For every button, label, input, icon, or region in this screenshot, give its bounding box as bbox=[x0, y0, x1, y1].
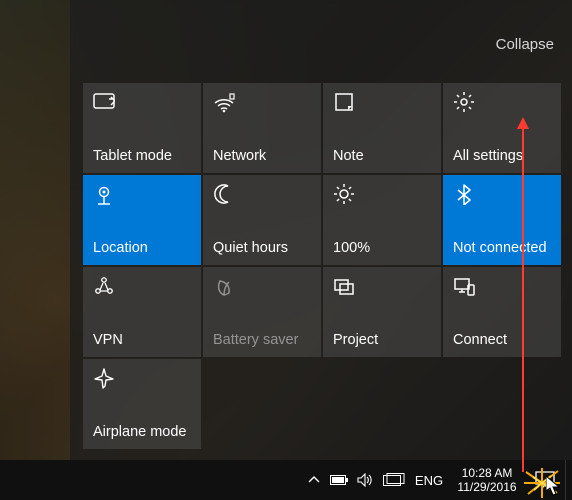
tile-brightness[interactable]: 100% bbox=[323, 175, 441, 265]
tile-label: Network bbox=[213, 148, 266, 164]
quick-actions-grid: Tablet mode Network Note All settings Locati… bbox=[82, 82, 562, 450]
gear-icon bbox=[453, 91, 475, 113]
tile-vpn[interactable]: VPN bbox=[83, 267, 201, 357]
sun-icon bbox=[333, 183, 355, 205]
taskbar: ENG 10:28 AM 11/29/2016 bbox=[0, 460, 572, 500]
connect-icon bbox=[453, 275, 475, 297]
tile-tablet-mode[interactable]: Tablet mode bbox=[83, 83, 201, 173]
vpn-icon bbox=[93, 275, 115, 297]
input-indicator-icon[interactable] bbox=[379, 460, 409, 500]
bluetooth-icon bbox=[453, 183, 475, 205]
clock[interactable]: 10:28 AM 11/29/2016 bbox=[449, 460, 525, 500]
action-center-panel: Collapse Tablet mode Network Note All setti… bbox=[70, 0, 572, 460]
tile-label: 100% bbox=[333, 240, 370, 256]
leaf-icon bbox=[213, 275, 235, 297]
tile-label: Location bbox=[93, 240, 148, 256]
battery-icon[interactable] bbox=[327, 460, 353, 500]
wifi-icon bbox=[213, 91, 235, 113]
action-center-button[interactable] bbox=[525, 460, 565, 500]
location-icon bbox=[93, 183, 115, 205]
tray-overflow-button[interactable] bbox=[301, 460, 327, 500]
tile-label: Note bbox=[333, 148, 364, 164]
tile-note[interactable]: Note bbox=[323, 83, 441, 173]
tile-battery-saver[interactable]: Battery saver bbox=[203, 267, 321, 357]
volume-icon[interactable] bbox=[353, 460, 379, 500]
tile-label: Quiet hours bbox=[213, 240, 288, 256]
tile-label: VPN bbox=[93, 332, 123, 348]
tile-label: Tablet mode bbox=[93, 148, 172, 164]
system-tray: ENG 10:28 AM 11/29/2016 bbox=[301, 460, 572, 500]
tile-network[interactable]: Network bbox=[203, 83, 321, 173]
tile-label: Airplane mode bbox=[93, 424, 187, 440]
clock-date: 11/29/2016 bbox=[457, 480, 516, 494]
note-icon bbox=[333, 91, 355, 113]
project-icon bbox=[333, 275, 355, 297]
tile-label: All settings bbox=[453, 148, 523, 164]
airplane-icon bbox=[93, 367, 115, 389]
show-desktop-button[interactable] bbox=[565, 460, 572, 500]
clock-time: 10:28 AM bbox=[462, 466, 513, 480]
tile-quiet-hours[interactable]: Quiet hours bbox=[203, 175, 321, 265]
tile-all-settings[interactable]: All settings bbox=[443, 83, 561, 173]
moon-icon bbox=[213, 183, 235, 205]
tile-label: Battery saver bbox=[213, 332, 298, 348]
tile-label: Not connected bbox=[453, 240, 547, 256]
tile-project[interactable]: Project bbox=[323, 267, 441, 357]
collapse-button[interactable]: Collapse bbox=[496, 36, 554, 53]
tile-bluetooth[interactable]: Not connected bbox=[443, 175, 561, 265]
tile-location[interactable]: Location bbox=[83, 175, 201, 265]
tablet-icon bbox=[93, 91, 115, 113]
tile-label: Connect bbox=[453, 332, 507, 348]
tile-airplane-mode[interactable]: Airplane mode bbox=[83, 359, 201, 449]
tile-connect[interactable]: Connect bbox=[443, 267, 561, 357]
tile-label: Project bbox=[333, 332, 378, 348]
language-indicator[interactable]: ENG bbox=[409, 460, 449, 500]
